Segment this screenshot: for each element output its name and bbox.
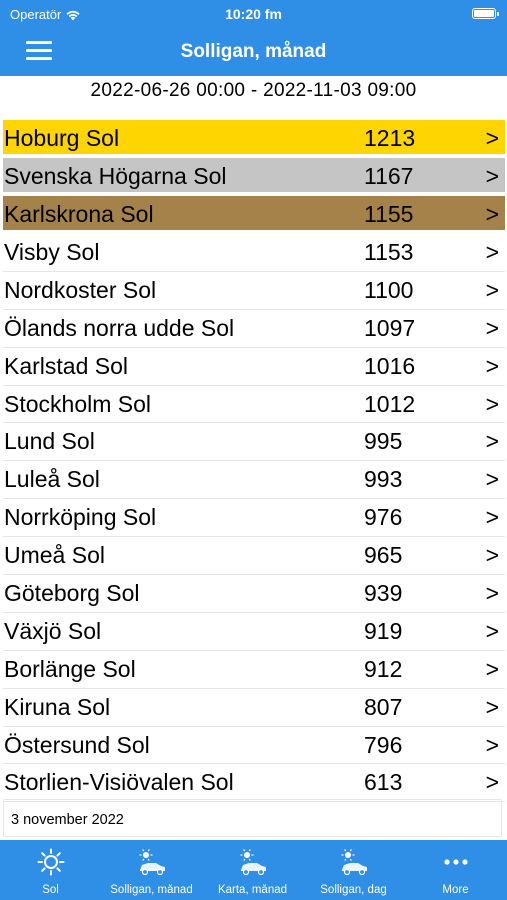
ranking-row[interactable]: Borlänge Sol 912 > bbox=[3, 651, 505, 689]
sun-hours-value: 1167 bbox=[364, 163, 414, 189]
ranking-row[interactable]: Visby Sol 1153 > bbox=[3, 234, 505, 272]
tab-label: Sol bbox=[42, 884, 59, 896]
station-name: Norrköping Sol bbox=[4, 504, 157, 531]
nav-bar: Solligan, månad bbox=[0, 28, 507, 76]
tab-more[interactable]: More bbox=[405, 840, 506, 900]
ranking-row[interactable]: Ölands norra udde Sol 1097 > bbox=[3, 310, 505, 348]
ranking-row[interactable]: Östersund Sol 796 > bbox=[3, 727, 505, 765]
sun-hours-value: 613 bbox=[364, 769, 403, 796]
sun-hours-value: 1016 bbox=[364, 352, 416, 379]
chevron-right-icon[interactable]: > bbox=[486, 694, 499, 721]
tab-solligan-manad[interactable]: Solligan, månad bbox=[101, 840, 202, 900]
tab-sol[interactable]: Sol bbox=[0, 840, 101, 900]
ranking-row[interactable]: Umeå Sol 965 > bbox=[3, 537, 505, 576]
ranking-row[interactable]: Växjö Sol 919 > bbox=[3, 613, 505, 651]
chevron-right-icon[interactable]: > bbox=[486, 163, 499, 190]
sun-hours-value: 1012 bbox=[364, 390, 416, 417]
sun-hours-value: 919 bbox=[364, 617, 403, 644]
battery-icon bbox=[472, 8, 499, 19]
station-name: Kiruna Sol bbox=[4, 693, 111, 720]
chevron-right-icon[interactable]: > bbox=[486, 125, 499, 152]
sun-hours-value: 1155 bbox=[364, 201, 414, 227]
sun-hours-value: 1153 bbox=[364, 239, 414, 265]
station-name: Svenska Högarna Sol bbox=[4, 163, 227, 189]
chevron-right-icon[interactable]: > bbox=[486, 732, 499, 759]
station-name: Karlstad Sol bbox=[4, 352, 129, 379]
tab-label: Solligan, månad bbox=[110, 884, 193, 896]
station-name: Borlänge Sol bbox=[4, 655, 136, 682]
status-time: 10:20 fm bbox=[225, 6, 282, 22]
tab-label: Karta, månad bbox=[217, 884, 288, 896]
ranking-row[interactable]: Karlstad Sol 1016 > bbox=[3, 348, 505, 386]
chevron-right-icon[interactable]: > bbox=[486, 391, 499, 418]
station-name: Umeå Sol bbox=[4, 542, 105, 569]
sun-hours-value: 1097 bbox=[364, 314, 416, 341]
tab-label: More bbox=[442, 884, 469, 896]
chevron-right-icon[interactable]: > bbox=[486, 239, 499, 266]
station-name: Lund Sol bbox=[4, 428, 95, 455]
ranking-row[interactable]: Svenska Högarna Sol 1167 > bbox=[3, 158, 505, 196]
sun-hours-value: 796 bbox=[364, 731, 403, 758]
ranking-row[interactable]: Stockholm Sol 1012 > bbox=[3, 386, 505, 424]
sun-hours-value: 995 bbox=[364, 428, 403, 455]
ranking-row[interactable]: Karlskrona Sol 1155 > bbox=[3, 196, 505, 234]
ranking-row[interactable]: Hoburg Sol 1213 > bbox=[3, 120, 505, 158]
tab-solligan-dag[interactable]: Solligan, dag bbox=[303, 840, 404, 900]
ranking-row[interactable]: Norrköping Sol 976 > bbox=[3, 499, 505, 538]
tab-bar: Sol Solligan, månad Karta, månad Solligan, … bbox=[0, 840, 507, 900]
chevron-right-icon[interactable]: > bbox=[486, 428, 499, 455]
ranking-row[interactable]: Kiruna Sol 807 > bbox=[3, 689, 505, 727]
station-name: Visby Sol bbox=[4, 239, 100, 265]
sun-hours-value: 976 bbox=[364, 504, 403, 531]
chevron-right-icon[interactable]: > bbox=[486, 580, 499, 607]
chevron-right-icon[interactable]: > bbox=[486, 656, 499, 683]
station-name: Växjö Sol bbox=[4, 617, 102, 644]
tab-karta-manad[interactable]: Karta, månad bbox=[202, 840, 303, 900]
sun-hours-value: 912 bbox=[364, 655, 403, 682]
tab-label: Solligan, dag bbox=[320, 884, 387, 896]
ranking-row[interactable]: Göteborg Sol 939 > bbox=[3, 575, 505, 613]
station-name: Stockholm Sol bbox=[4, 390, 152, 417]
chevron-right-icon[interactable]: > bbox=[486, 466, 499, 493]
chevron-right-icon[interactable]: > bbox=[486, 504, 499, 531]
ranking-list: Hoburg Sol 1213 > Svenska Högarna Sol 1167 > K… bbox=[3, 120, 505, 803]
sun-hours-value: 1213 bbox=[364, 125, 416, 151]
footer-date: 3 november 2022 bbox=[3, 799, 502, 837]
station-name: Storlien-Visiövalen Sol bbox=[4, 769, 234, 796]
sun-hours-value: 939 bbox=[364, 580, 403, 607]
sun-hours-value: 807 bbox=[364, 693, 403, 720]
page-title: Solligan, månad bbox=[180, 41, 327, 62]
ranking-row[interactable]: Lund Sol 995 > bbox=[3, 423, 505, 462]
chevron-right-icon[interactable]: > bbox=[486, 769, 499, 796]
status-bar: Operatör 10:20 fm bbox=[0, 0, 507, 28]
station-name: Luleå Sol bbox=[4, 466, 100, 493]
chevron-right-icon[interactable]: > bbox=[486, 277, 499, 304]
station-name: Göteborg Sol bbox=[4, 580, 140, 607]
sun-hours-value: 965 bbox=[364, 542, 403, 569]
chevron-right-icon[interactable]: > bbox=[486, 353, 499, 380]
station-name: Nordkoster Sol bbox=[4, 276, 157, 303]
sun-hours-value: 993 bbox=[364, 466, 403, 493]
station-name: Karlskrona Sol bbox=[4, 201, 154, 227]
ranking-row[interactable]: Nordkoster Sol 1100 > bbox=[3, 272, 505, 310]
chevron-right-icon[interactable]: > bbox=[486, 201, 499, 228]
date-range: 2022-06-26 00:00 - 2022-11-03 09:00 bbox=[90, 80, 417, 101]
station-name: Östersund Sol bbox=[4, 731, 150, 758]
chevron-right-icon[interactable]: > bbox=[486, 542, 499, 569]
sun-hours-value: 1100 bbox=[364, 276, 414, 303]
station-name: Ölands norra udde Sol bbox=[4, 314, 235, 341]
chevron-right-icon[interactable]: > bbox=[486, 618, 499, 645]
ranking-row[interactable]: Storlien-Visiövalen Sol 613 > bbox=[3, 764, 505, 803]
ranking-row[interactable]: Luleå Sol 993 > bbox=[3, 461, 505, 500]
chevron-right-icon[interactable]: > bbox=[486, 315, 499, 342]
station-name: Hoburg Sol bbox=[4, 125, 120, 151]
